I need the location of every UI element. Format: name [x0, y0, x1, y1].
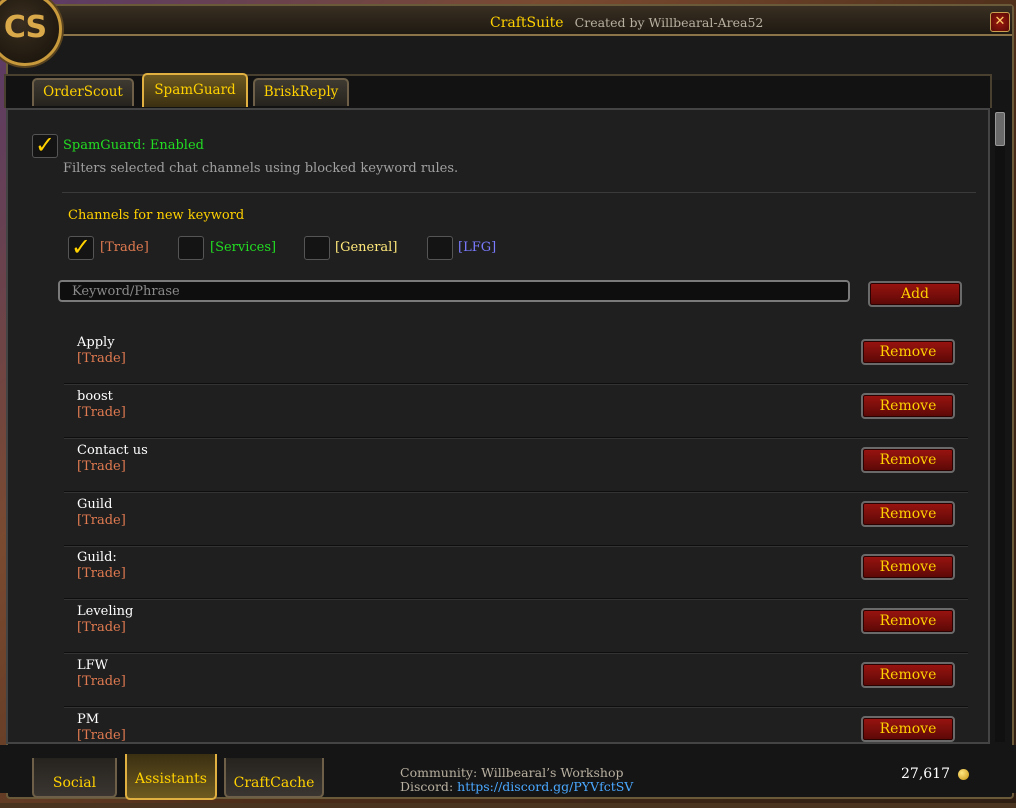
checkmark-icon: ✓: [71, 233, 92, 261]
channels-heading: Channels for new keyword: [68, 208, 245, 223]
discord-label: Discord:: [400, 779, 454, 794]
gold-amount: 27,617: [901, 766, 950, 782]
keyword-input[interactable]: [58, 280, 850, 302]
rule-channels: [Trade]: [77, 728, 126, 743]
remove-rule-button[interactable]: Remove: [861, 716, 955, 742]
spamguard-enabled-checkbox[interactable]: ✓: [32, 131, 58, 159]
rule-row: Guild [Trade] Remove: [64, 491, 968, 546]
channel-label-services: [Services]: [210, 240, 277, 255]
channel-checkbox-lfg[interactable]: [427, 236, 453, 260]
rule-row: LFW [Trade] Remove: [64, 652, 968, 707]
rule-keyword: PM: [77, 712, 100, 727]
add-keyword-button[interactable]: Add: [868, 281, 962, 307]
remove-rule-button[interactable]: Remove: [861, 447, 955, 473]
rule-row: boost [Trade] Remove: [64, 383, 968, 438]
bottom-tab-social[interactable]: Social: [32, 758, 117, 798]
rule-keyword: Contact us: [77, 443, 148, 458]
remove-rule-button[interactable]: Remove: [861, 662, 955, 688]
rule-row: PM [Trade] Remove: [64, 706, 968, 744]
rule-keyword: Leveling: [77, 604, 134, 619]
rule-channels: [Trade]: [77, 351, 126, 366]
rule-keyword: Apply: [77, 335, 115, 350]
rule-row: Contact us [Trade] Remove: [64, 437, 968, 492]
window-title: CraftSuite: [490, 15, 564, 31]
bottom-tab-craftcache[interactable]: CraftCache: [224, 758, 324, 798]
rule-channels: [Trade]: [77, 405, 126, 420]
rule-keyword: Guild: [77, 497, 113, 512]
remove-rule-button[interactable]: Remove: [861, 393, 955, 419]
checkmark-icon: ✓: [35, 131, 56, 159]
discord-line: Discord: https://discord.gg/PYVfctSV: [400, 780, 633, 794]
gold-coin-icon: [958, 769, 969, 780]
title-bar[interactable]: CraftSuite Created by Willbearal-Area52 …: [8, 6, 1012, 36]
remove-rule-button[interactable]: Remove: [861, 608, 955, 634]
rule-row: Leveling [Trade] Remove: [64, 598, 968, 653]
remove-rule-button[interactable]: Remove: [861, 339, 955, 365]
tab-spamguard[interactable]: SpamGuard: [142, 73, 248, 107]
discord-link[interactable]: https://discord.gg/PYVfctSV: [457, 779, 633, 794]
rule-keyword: Guild:: [77, 550, 117, 565]
window-subtitle: Created by Willbearal-Area52: [574, 15, 764, 30]
rule-channels: [Trade]: [77, 513, 126, 528]
channel-checkbox-general[interactable]: [304, 236, 330, 260]
channel-checkbox-services[interactable]: [178, 236, 204, 260]
window-title-group: CraftSuite Created by Willbearal-Area52: [490, 12, 763, 31]
rule-channels: [Trade]: [77, 459, 126, 474]
bottom-tab-assistants[interactable]: Assistants: [125, 754, 217, 800]
section-divider: [62, 192, 976, 193]
community-label: Community: Willbearal’s Workshop: [400, 765, 624, 780]
scrollbar-thumb[interactable]: [995, 112, 1005, 146]
remove-rule-button[interactable]: Remove: [861, 554, 955, 580]
channel-label-trade: [Trade]: [100, 240, 149, 255]
rule-channels: [Trade]: [77, 674, 126, 689]
rule-channels: [Trade]: [77, 620, 126, 635]
community-info: Community: Willbearal’s Workshop Discord…: [400, 766, 633, 794]
rule-keyword: LFW: [77, 658, 109, 673]
remove-rule-button[interactable]: Remove: [861, 501, 955, 527]
rule-keyword: boost: [77, 389, 113, 404]
channel-label-lfg: [LFG]: [458, 240, 497, 255]
rule-channels: [Trade]: [77, 566, 126, 581]
tab-briskreply[interactable]: BriskReply: [253, 78, 349, 106]
scrollbar[interactable]: [995, 110, 1005, 742]
close-button[interactable]: ✕: [990, 12, 1010, 32]
rule-row: Guild: [Trade] Remove: [64, 544, 968, 599]
spamguard-enabled-label: SpamGuard: Enabled: [63, 138, 204, 153]
channel-checkbox-trade[interactable]: ✓: [68, 233, 94, 261]
channel-label-general: [General]: [335, 240, 398, 255]
spamguard-description: Filters selected chat channels using blo…: [63, 161, 459, 176]
rule-row: Apply [Trade] Remove: [64, 329, 968, 384]
tab-orderscout[interactable]: OrderScout: [32, 78, 134, 106]
